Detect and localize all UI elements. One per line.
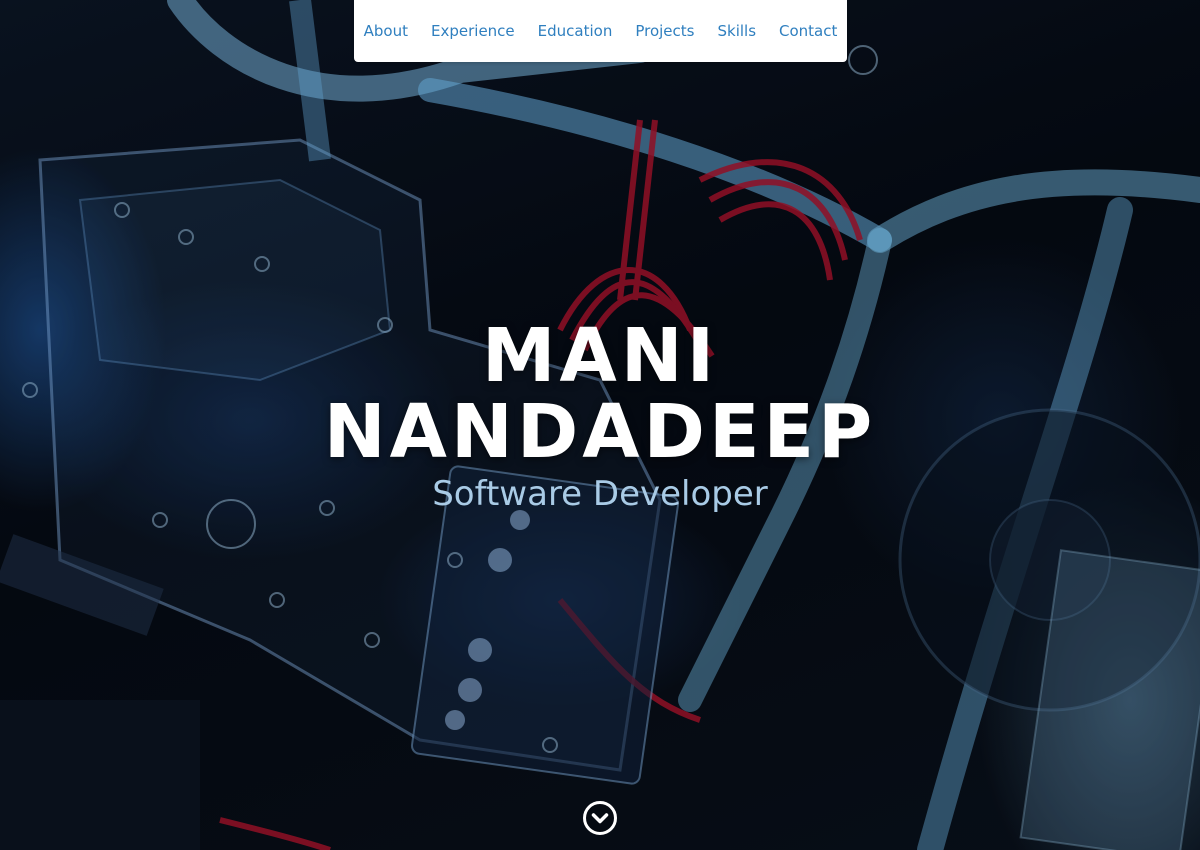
chevron-down-circle-icon [583, 801, 617, 835]
masthead: MANI NANDADEEP Software Developer [0, 318, 1200, 514]
nav-link-skills[interactable]: Skills [706, 0, 768, 62]
name-last: NANDADEEP [323, 389, 877, 475]
name-first: MANI [481, 313, 719, 399]
nav-link-education[interactable]: Education [526, 0, 624, 62]
top-navbar: About Experience Education Projects Skil… [354, 0, 847, 62]
scroll-down-button[interactable] [582, 800, 618, 836]
nav-link-experience[interactable]: Experience [420, 0, 527, 62]
nav-link-contact[interactable]: Contact [768, 0, 849, 62]
nav-link-about[interactable]: About [352, 0, 419, 62]
name-heading: MANI NANDADEEP [0, 318, 1200, 470]
nav-link-projects[interactable]: Projects [624, 0, 706, 62]
subtitle: Software Developer [432, 474, 768, 514]
